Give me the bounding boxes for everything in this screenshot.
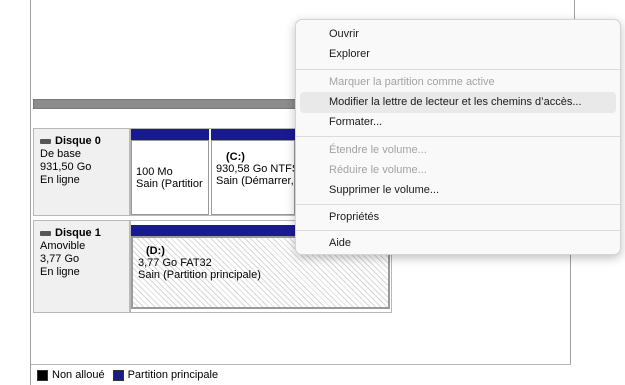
menu-item-mark-active[interactable]: Marquer la partition comme active bbox=[300, 72, 616, 93]
partition-name: (C:) bbox=[226, 151, 245, 163]
partition-bar bbox=[211, 129, 295, 140]
menu-separator bbox=[296, 204, 620, 205]
menu-item-help[interactable]: Aide bbox=[300, 233, 616, 254]
horizontal-scrollbar[interactable] bbox=[33, 99, 297, 109]
unallocated-swatch bbox=[37, 369, 48, 381]
disk-0-label[interactable]: Disque 0 De base 931,50 Go En ligne bbox=[33, 128, 130, 216]
context-menu: Ouvrir Explorer Marquer la partition com… bbox=[295, 19, 621, 255]
legend: Non alloué Partition principale bbox=[31, 364, 571, 385]
menu-separator bbox=[296, 69, 620, 70]
disk-drive-icon bbox=[40, 139, 51, 144]
disk-0-partition-1[interactable]: 100 Mo Sain (Partitior bbox=[131, 140, 209, 215]
menu-separator bbox=[296, 136, 620, 137]
legend-primary: Partition principale bbox=[127, 369, 219, 381]
pane-border bbox=[30, 0, 31, 385]
partition-size: 930,58 Go NTFS bbox=[216, 163, 295, 175]
menu-item-change-drive-letter[interactable]: Modifier la lettre de lecteur et les che… bbox=[300, 92, 616, 113]
menu-item-format[interactable]: Formater... bbox=[300, 112, 616, 133]
disk-1-title-text: Disque 1 bbox=[55, 227, 101, 239]
disk-1-status: En ligne bbox=[40, 266, 80, 278]
disk-1-title: Disque 1 bbox=[40, 227, 129, 240]
menu-item-delete-volume[interactable]: Supprimer le volume... bbox=[300, 180, 616, 201]
disk-0-size: 931,50 Go bbox=[40, 161, 92, 173]
partition-size: 3,77 Go FAT32 bbox=[138, 257, 212, 269]
partition-status: Sain (Partition principale) bbox=[138, 269, 261, 281]
disk-0-status: En ligne bbox=[40, 174, 80, 186]
partition-status: Sain (Démarrer, bbox=[216, 175, 294, 187]
disk-0-partition-2[interactable]: (C:) 930,58 Go NTFS Sain (Démarrer, bbox=[211, 140, 295, 215]
disk-1-label[interactable]: Disque 1 Amovible 3,77 Go En ligne bbox=[33, 220, 130, 313]
menu-item-open[interactable]: Ouvrir bbox=[300, 24, 616, 45]
partition-bar bbox=[131, 129, 209, 140]
menu-item-properties[interactable]: Propriétés bbox=[300, 207, 616, 228]
legend-unallocated: Non alloué bbox=[52, 369, 105, 381]
partition-status: Sain (Partitior bbox=[136, 178, 203, 190]
partition-bar bbox=[131, 225, 295, 236]
partition-size: 100 Mo bbox=[136, 166, 173, 178]
pane-border bbox=[574, 0, 575, 20]
menu-item-extend-volume[interactable]: Étendre le volume... bbox=[300, 140, 616, 161]
menu-item-explore[interactable]: Explorer bbox=[300, 44, 616, 65]
disk-0-title: Disque 0 bbox=[40, 135, 129, 148]
menu-item-shrink-volume[interactable]: Réduire le volume... bbox=[300, 160, 616, 181]
disk-0-type: De base bbox=[40, 148, 81, 160]
disk-1-type: Amovible bbox=[40, 240, 86, 252]
disk-1-size: 3,77 Go bbox=[40, 253, 80, 265]
disk-drive-icon bbox=[40, 231, 51, 236]
menu-separator bbox=[296, 230, 620, 231]
disk-0-title-text: Disque 0 bbox=[55, 135, 101, 147]
primary-partition-swatch bbox=[112, 369, 124, 381]
